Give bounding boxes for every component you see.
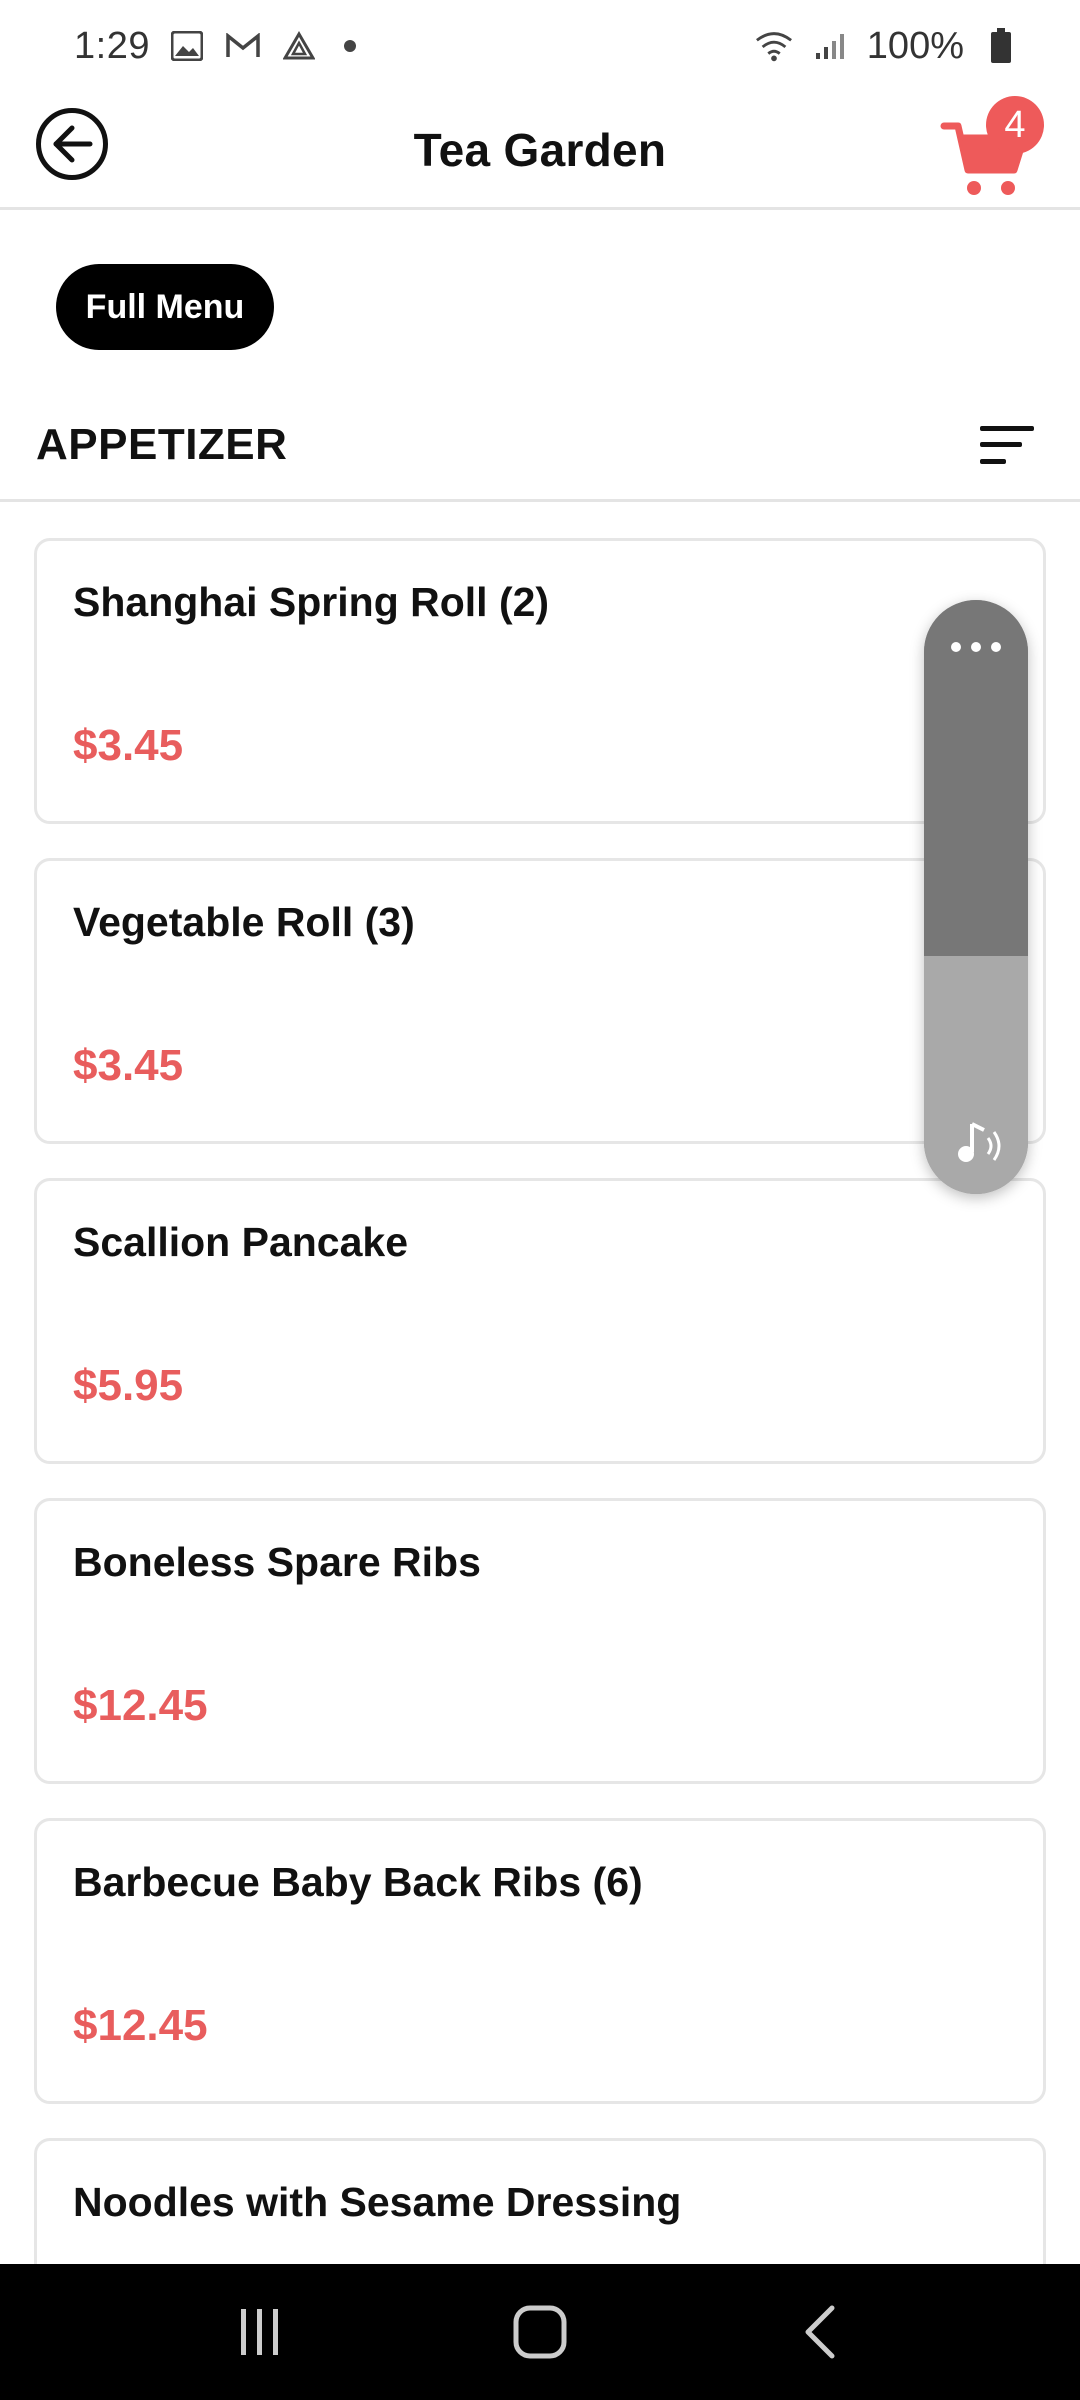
menu-item-list: Shanghai Spring Roll (2) $3.45 Vegetable… xyxy=(34,538,1046,2400)
status-time: 1:29 xyxy=(74,24,150,67)
menu-item-name: Barbecue Baby Back Ribs (6) xyxy=(73,1859,643,1905)
screen: 1:29 100% Tea Garden 4 Full Menu APPETIZ… xyxy=(0,0,1080,2400)
gallery-icon xyxy=(168,27,206,65)
menu-item-price: $12.45 xyxy=(73,1681,208,1730)
arrow-left-icon xyxy=(53,125,93,163)
recent-apps-icon xyxy=(241,2309,278,2355)
menu-item-card[interactable]: Vegetable Roll (3) $3.45 xyxy=(34,858,1046,1144)
back-button[interactable] xyxy=(36,108,108,180)
sort-icon xyxy=(980,425,1034,431)
more-options-icon[interactable] xyxy=(924,642,1028,652)
signal-icon xyxy=(811,27,849,65)
menu-item-name: Scallion Pancake xyxy=(73,1219,409,1265)
status-right: 100% xyxy=(755,25,1020,68)
back-nav-button[interactable] xyxy=(775,2287,865,2377)
full-menu-button[interactable]: Full Menu xyxy=(56,264,274,350)
menu-item-name: Boneless Spare Ribs xyxy=(73,1539,481,1585)
cart-button[interactable]: 4 xyxy=(940,96,1044,200)
system-nav-bar xyxy=(0,2264,1080,2400)
media-volume-icon[interactable] xyxy=(950,1116,1006,1172)
volume-track-upper xyxy=(924,600,1028,956)
notification-dot-icon xyxy=(343,40,356,52)
section-header: APPETIZER xyxy=(0,390,1080,502)
sort-icon-line xyxy=(980,458,1006,464)
menu-item-price: $5.95 xyxy=(73,1361,184,1410)
drive-icon xyxy=(280,27,318,65)
recent-apps-button[interactable] xyxy=(215,2287,305,2377)
status-left: 1:29 xyxy=(74,25,356,68)
wifi-icon xyxy=(755,27,793,65)
battery-icon xyxy=(982,27,1020,65)
volume-slider[interactable] xyxy=(924,600,1028,1194)
menu-item-name: Shanghai Spring Roll (2) xyxy=(73,579,550,625)
sort-button[interactable] xyxy=(980,420,1040,470)
status-bar: 1:29 100% xyxy=(0,0,1080,92)
menu-item-name: Vegetable Roll (3) xyxy=(73,899,415,945)
menu-item-card[interactable]: Shanghai Spring Roll (2) $3.45 xyxy=(34,538,1046,824)
gmail-icon xyxy=(224,27,262,65)
cart-count-badge: 4 xyxy=(986,96,1044,154)
menu-item-price: $3.45 xyxy=(73,1041,184,1090)
section-title: APPETIZER xyxy=(36,419,288,469)
page-title: Tea Garden xyxy=(413,123,667,176)
back-chevron-icon xyxy=(805,2305,835,2359)
menu-item-price: $12.45 xyxy=(73,2001,208,2050)
sort-icon-line xyxy=(980,442,1022,447)
battery-percent: 100% xyxy=(866,24,964,67)
home-button[interactable] xyxy=(495,2287,585,2377)
menu-item-name: Noodles with Sesame Dressing xyxy=(73,2179,682,2225)
menu-item-card[interactable]: Barbecue Baby Back Ribs (6) $12.45 xyxy=(34,1818,1046,2104)
menu-item-card[interactable]: Scallion Pancake $5.95 xyxy=(34,1178,1046,1464)
home-icon xyxy=(513,2305,567,2359)
menu-item-price: $3.45 xyxy=(73,721,184,770)
app-header: Tea Garden 4 xyxy=(0,92,1080,210)
menu-item-card[interactable]: Boneless Spare Ribs $12.45 xyxy=(34,1498,1046,1784)
